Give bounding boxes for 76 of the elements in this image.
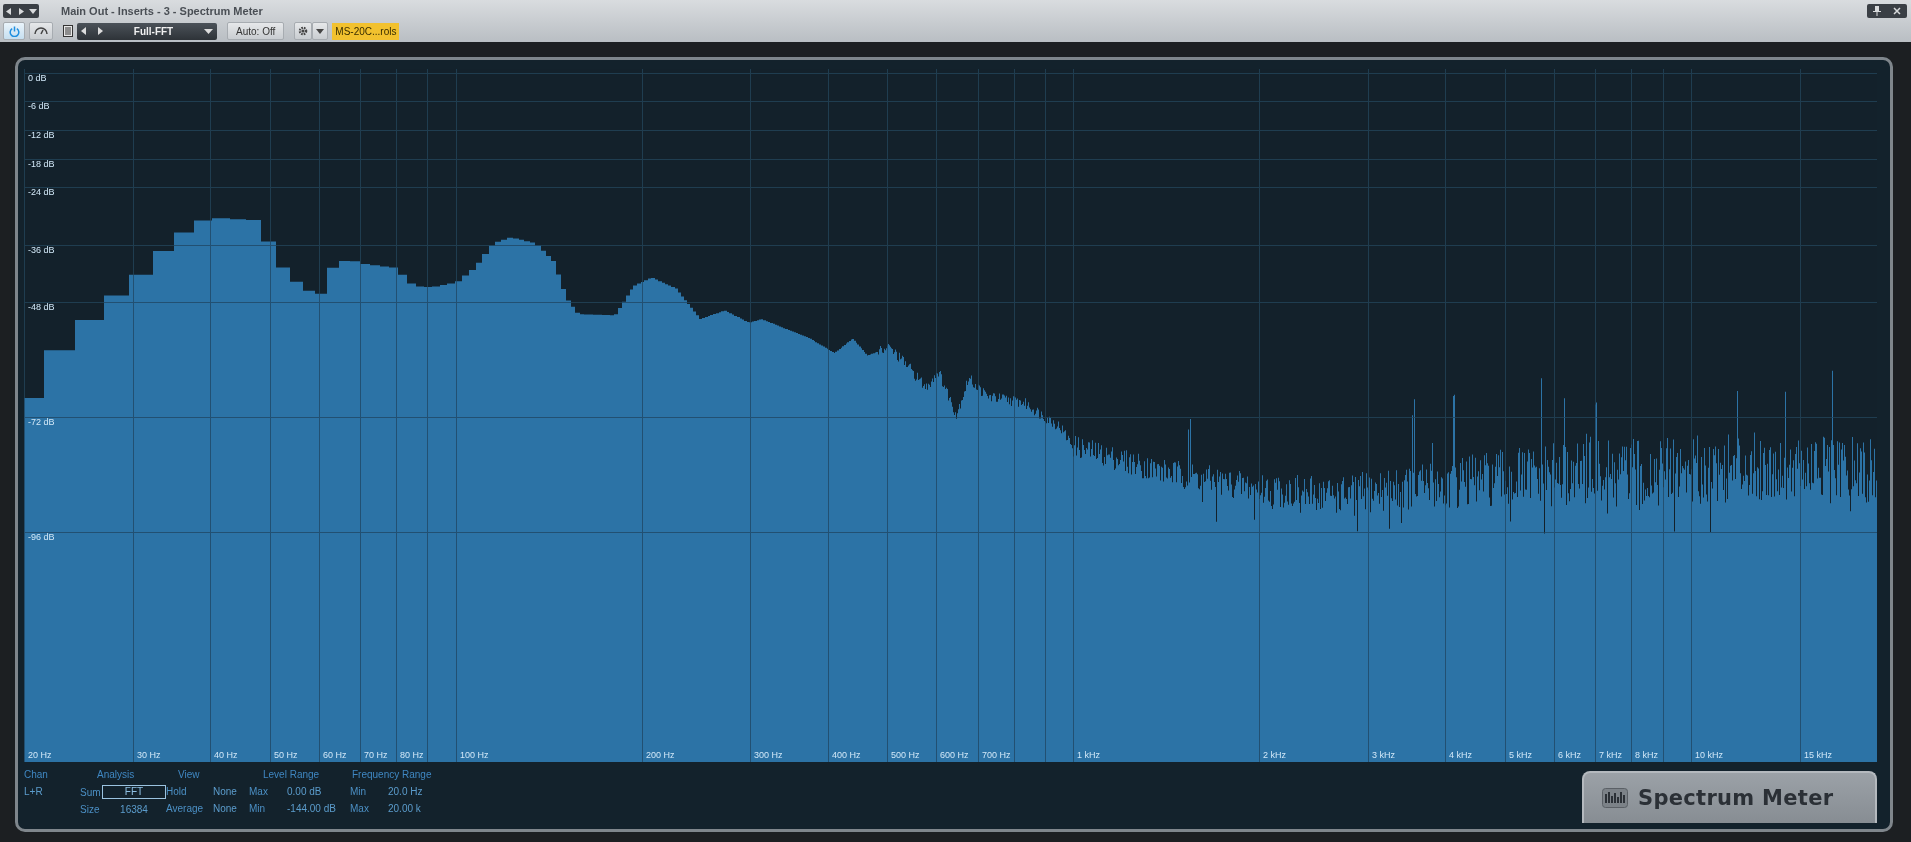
settings-button[interactable] [294,22,313,40]
y-axis-label: -36 dB [28,245,55,255]
x-axis-label: 50 Hz [274,750,298,760]
x-axis-label: 60 Hz [323,750,347,760]
setting-label: Min [350,785,368,798]
gauge-icon [34,27,48,35]
y-axis-label: -18 dB [28,159,55,169]
caret-icon [316,28,325,34]
x-axis-label: 100 Hz [460,750,489,760]
group-header: Level Range [262,769,321,781]
x-axis-label: 1 kHz [1077,750,1100,760]
caret-icon [204,28,213,34]
setting-value[interactable]: -144.00 dB [287,802,350,815]
x-axis-label: 10 kHz [1695,750,1723,760]
caret-right-icon [18,7,24,15]
previous-icon[interactable] [81,27,87,35]
setting-value[interactable]: 0.00 dB [287,785,350,798]
setting-label: Hold [166,785,188,798]
x-axis-label: 7 kHz [1599,750,1622,760]
setting-value[interactable]: None [213,802,249,815]
settings-icon [298,26,309,36]
y-axis-label: -24 dB [28,187,55,197]
y-axis-label: -48 dB [28,302,55,312]
x-axis-label: 30 Hz [137,750,161,760]
y-axis-label: -96 dB [28,532,55,542]
x-axis-label: 4 kHz [1449,750,1472,760]
x-axis-label: 500 Hz [891,750,920,760]
setting-label: Min [249,802,267,815]
group-header: Frequency Range [351,769,433,781]
x-axis-label: 80 Hz [400,750,424,760]
x-axis-label: 5 kHz [1509,750,1532,760]
y-axis-label: 0 dB [28,73,47,83]
setting-value[interactable]: None [213,785,249,798]
x-axis-label: 200 Hz [646,750,675,760]
x-axis-label: 3 kHz [1372,750,1395,760]
setting-value[interactable]: 16384 [102,803,166,816]
setting-label: Size [80,803,101,816]
logo-text: Spectrum Meter [1638,786,1834,810]
x-axis-label: 300 Hz [754,750,783,760]
x-axis-label: 600 Hz [940,750,969,760]
list-icon[interactable] [63,25,73,37]
logo-icon [1602,788,1628,808]
preset-dropdown[interactable]: Full-FFT [77,22,217,40]
y-axis-label: -6 dB [28,101,50,111]
x-axis-label: 8 kHz [1635,750,1658,760]
y-axis-label: -12 dB [28,130,55,140]
x-axis-label: 400 Hz [832,750,861,760]
x-axis-label: 700 Hz [982,750,1011,760]
dropdown-button[interactable] [312,22,329,40]
caret-left-icon [6,7,12,15]
group-header: Analysis [96,769,136,781]
setting-label: Max [350,802,370,815]
x-axis-label: 2 kHz [1263,750,1286,760]
close-icon [1893,7,1901,15]
x-axis-label: 40 Hz [214,750,238,760]
gauge-button[interactable] [29,22,53,40]
device-tag[interactable]: MS-20C...rols [332,22,400,40]
y-axis-label: -72 dB [28,417,55,427]
pin-icon [1873,6,1881,16]
x-axis-label: 20 Hz [28,750,52,760]
setting-value[interactable]: L+R [24,785,80,798]
group-header: View [177,769,201,781]
group-header: Chan [24,769,49,781]
x-axis-label: 6 kHz [1558,750,1581,760]
value-field[interactable]: FFT [102,785,166,799]
caret-down-icon [29,8,37,14]
setting-value[interactable]: 20.00 k [388,802,440,815]
window-title: Main Out - Inserts - 3 - Spectrum Meter [61,5,263,17]
setting-label: Average [166,802,205,815]
setting-label: Max [249,785,269,798]
x-axis-label: 15 kHz [1804,750,1832,760]
automation-button[interactable]: Auto: Off [227,22,285,40]
x-axis-label: 70 Hz [364,750,388,760]
next-icon[interactable] [97,27,103,35]
setting-value[interactable]: 20.0 Hz [388,785,440,798]
setting-label: Sum [80,785,102,799]
